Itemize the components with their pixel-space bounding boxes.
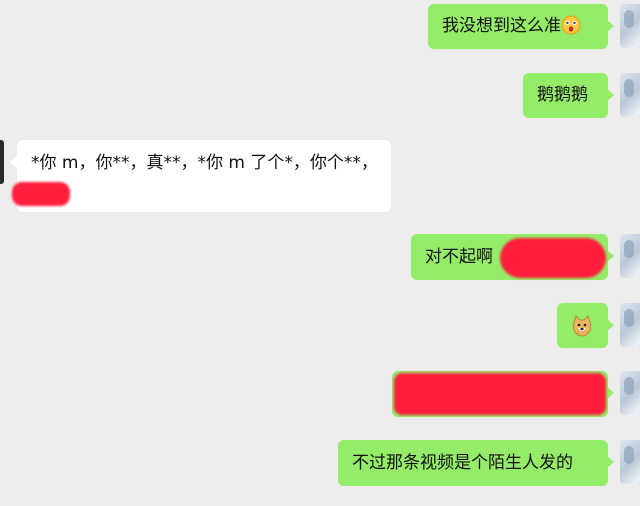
self-avatar[interactable]	[620, 303, 640, 347]
bubble-tail	[607, 250, 614, 262]
self-avatar[interactable]	[620, 371, 640, 415]
message-text: 我没想到这么准	[442, 16, 561, 36]
redaction-mark	[500, 238, 606, 278]
bubble-tail	[607, 319, 614, 331]
bubble-tail	[10, 156, 17, 168]
self-avatar[interactable]	[620, 73, 640, 117]
message-text: 对不起啊	[425, 247, 493, 267]
bubble-tail	[607, 20, 614, 32]
message-bubble-3[interactable]: *你 m，你**，真**，*你 m 了个*，你个**，	[17, 140, 391, 212]
bubble-tail	[607, 456, 614, 468]
surprised-face-icon	[561, 15, 581, 35]
message-text: 鹅鹅鹅	[537, 85, 588, 105]
self-avatar[interactable]	[620, 234, 640, 278]
bubble-tail	[607, 387, 614, 399]
message-bubble-7[interactable]: 不过那条视频是个陌生人发的	[338, 440, 608, 486]
redaction-mark	[394, 373, 606, 415]
contact-avatar[interactable]	[0, 140, 4, 184]
message-text: *你 m，你**，真**，*你 m 了个*，你个**，	[31, 153, 378, 173]
message-text: 不过那条视频是个陌生人发的	[352, 453, 573, 473]
message-bubble-5[interactable]	[557, 303, 608, 348]
message-bubble-2[interactable]: 鹅鹅鹅	[523, 73, 608, 118]
redaction-mark	[12, 182, 70, 206]
bubble-tail	[607, 89, 614, 101]
self-avatar[interactable]	[620, 440, 640, 484]
chat-window: 我没想到这么准 鹅鹅鹅 *你 m，你**，真**，*你 m 了个*，你个**， …	[0, 0, 640, 506]
doge-face-icon	[571, 315, 592, 337]
message-bubble-1[interactable]: 我没想到这么准	[428, 4, 608, 49]
self-avatar[interactable]	[620, 4, 640, 48]
